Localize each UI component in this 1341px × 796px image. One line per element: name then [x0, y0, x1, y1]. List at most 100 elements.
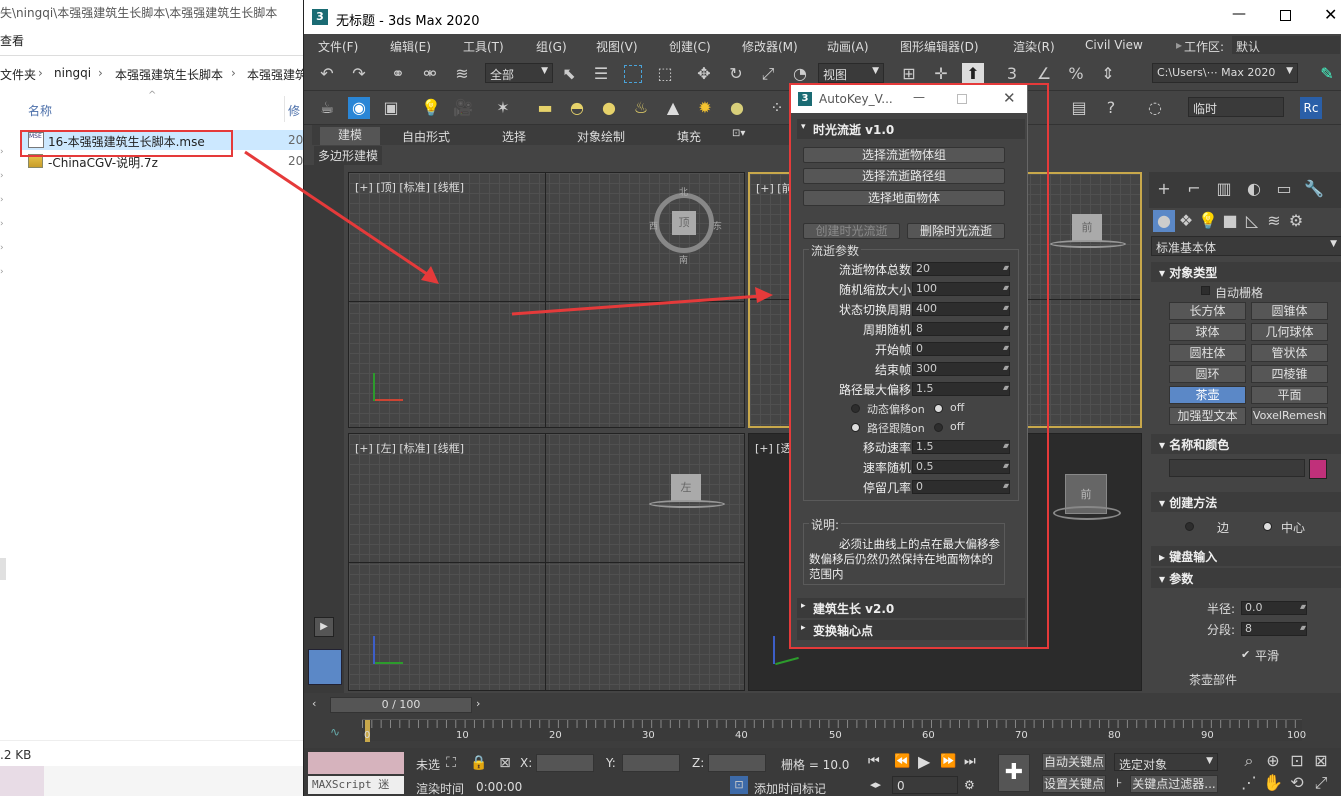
y-field[interactable]: [622, 754, 680, 772]
grid-size: 栅格 = 10.0: [781, 758, 850, 772]
maxscript-field[interactable]: MAXScript 迷: [308, 776, 404, 794]
rollout-creation-method[interactable]: ▾ 创建方法: [1151, 492, 1341, 512]
smooth-check-icon[interactable]: ✔: [1241, 648, 1250, 661]
tick-label: 60: [922, 730, 935, 741]
sphere-button[interactable]: 球体: [1169, 323, 1246, 341]
rollout-name-color[interactable]: ▾ 名称和颜色: [1151, 434, 1341, 454]
pyramid-button[interactable]: 四棱锥: [1251, 365, 1328, 383]
tick-label: 40: [735, 730, 748, 741]
curve-editor-icon[interactable]: ∿: [330, 725, 340, 739]
key-filters-button[interactable]: 关键点过滤器...: [1130, 775, 1218, 793]
tick-label: 20: [549, 730, 562, 741]
radio-center[interactable]: [1263, 522, 1272, 531]
tick-label: 70: [1015, 730, 1028, 741]
voxel-remesh-button[interactable]: VoxelRemesh: [1251, 407, 1328, 425]
maxscript-listener[interactable]: [308, 752, 404, 774]
set-key-button[interactable]: 设置关键点: [1042, 775, 1106, 793]
segments-spinner[interactable]: 8: [1241, 622, 1307, 636]
cylinder-button[interactable]: 圆柱体: [1169, 344, 1246, 362]
display-tab-icon[interactable]: ▭: [1273, 178, 1295, 200]
key-filter-icon[interactable]: ⊦: [1116, 776, 1122, 790]
lock-icon[interactable]: 🔒: [468, 752, 490, 774]
render-time-label: 渲染时间: [416, 782, 465, 796]
plane-button[interactable]: 平面: [1251, 386, 1328, 404]
x-field[interactable]: [536, 754, 594, 772]
key-selection-dropdown[interactable]: 选定对象 ▼: [1114, 753, 1218, 771]
spacewarps-icon[interactable]: ≋: [1263, 210, 1285, 232]
x-label: X:: [520, 756, 533, 770]
create-tab-icon[interactable]: +: [1153, 178, 1175, 200]
radius-spinner[interactable]: 0.0: [1241, 601, 1307, 615]
command-panel: + ⌐ ▥ ◐ ▭ 🔧 ● ❖ 💡 ■ ◺ ≋ ⚙ 标准基本体 ▼ ▾ 对象类型 …: [1149, 172, 1341, 692]
teapot-button[interactable]: 茶壶: [1169, 386, 1246, 404]
isolate-icon[interactable]: ⛶: [440, 752, 462, 774]
absolute-mode-icon[interactable]: ⊠: [494, 752, 516, 774]
object-name-field[interactable]: [1169, 459, 1305, 477]
slider-left-icon[interactable]: ‹: [312, 697, 316, 710]
slider-right-icon[interactable]: ›: [476, 697, 480, 710]
auto-key-button[interactable]: 自动关键点: [1042, 753, 1106, 771]
rollout-parameters[interactable]: ▾ 参数: [1151, 568, 1341, 588]
arrow-line: [244, 150, 434, 280]
arrow-head: [755, 287, 773, 303]
center-label: 中心: [1281, 521, 1306, 535]
helpers-icon[interactable]: ◺: [1241, 210, 1263, 232]
status-bar: MAXScript 迷 未选 ⛶ 🔒 ⊠ X: Y: Z: 栅格 = 10.0 …: [304, 748, 1341, 796]
next-frame-icon[interactable]: ⏩: [940, 754, 956, 769]
zoom-extents-icon[interactable]: ⊡: [1286, 750, 1308, 772]
current-frame-field[interactable]: 0: [892, 776, 958, 794]
arrow-line: [511, 294, 762, 316]
maximize-viewport-icon[interactable]: ⤢: [1310, 772, 1332, 794]
tick-label: 0: [364, 730, 371, 741]
y-label: Y:: [606, 756, 616, 770]
rollout-object-type[interactable]: ▾ 对象类型: [1151, 262, 1341, 282]
selection-status: 未选: [416, 758, 441, 772]
lights-icon[interactable]: 💡: [1197, 210, 1219, 232]
fov-icon[interactable]: ⋰: [1238, 772, 1260, 794]
time-slider[interactable]: 0 / 100: [330, 697, 472, 713]
utilities-tab-icon[interactable]: 🔧: [1303, 178, 1325, 200]
shapes-icon[interactable]: ❖: [1175, 210, 1197, 232]
checkbox[interactable]: [1201, 286, 1210, 295]
radius-label: 半径:: [1207, 602, 1236, 616]
go-end-icon[interactable]: ⏭: [964, 754, 976, 769]
set-key-big-button[interactable]: ✚: [998, 754, 1030, 792]
category-dropdown[interactable]: 标准基本体 ▼: [1151, 236, 1341, 256]
add-time-tag-icon[interactable]: ⊡: [730, 776, 748, 794]
play-icon[interactable]: ▶: [918, 752, 930, 771]
go-start-icon[interactable]: ⏮: [868, 754, 880, 769]
box-button[interactable]: 长方体: [1169, 302, 1246, 320]
geometry-icon[interactable]: ●: [1153, 210, 1175, 232]
systems-icon[interactable]: ⚙: [1285, 210, 1307, 232]
tube-button[interactable]: 管状体: [1251, 344, 1328, 362]
zoom-icon[interactable]: ⌕: [1238, 750, 1260, 772]
modify-tab-icon[interactable]: ⌐: [1183, 178, 1205, 200]
rollout-keyboard-entry[interactable]: ▸ 键盘输入: [1151, 546, 1341, 566]
key-mode-icon[interactable]: ◂▸: [870, 778, 881, 791]
motion-tab-icon[interactable]: ◐: [1243, 178, 1265, 200]
z-label: Z:: [692, 756, 705, 770]
cone-button[interactable]: 圆锥体: [1251, 302, 1328, 320]
radio-edge[interactable]: [1185, 522, 1194, 531]
pan-icon[interactable]: ✋: [1262, 772, 1284, 794]
z-field[interactable]: [708, 754, 766, 772]
cameras-icon[interactable]: ■: [1219, 210, 1241, 232]
text-plus-button[interactable]: 加强型文本: [1169, 407, 1246, 425]
orbit-icon[interactable]: ⟲: [1286, 772, 1308, 794]
zoom-all-icon[interactable]: ⊕: [1262, 750, 1284, 772]
torus-button[interactable]: 圆环: [1169, 365, 1246, 383]
time-config-icon[interactable]: ⚙: [964, 778, 975, 792]
object-color-swatch[interactable]: [1309, 459, 1327, 479]
add-time-tag[interactable]: 添加时间标记: [754, 780, 826, 796]
edge-label: 边: [1217, 521, 1230, 535]
segments-label: 分段:: [1207, 623, 1236, 637]
tick-label: 50: [829, 730, 842, 741]
zoom-extents-all-icon[interactable]: ⊠: [1310, 750, 1332, 772]
dialog-highlight-box: [789, 83, 1049, 649]
arrow-head: [421, 266, 439, 284]
geosphere-button[interactable]: 几何球体: [1251, 323, 1328, 341]
track-bar[interactable]: 0 10 20 30 40 50 60 70 80 90 100: [362, 719, 1306, 742]
prev-frame-icon[interactable]: ⏪: [894, 754, 910, 769]
render-time-value: 0:00:00: [476, 780, 523, 794]
hierarchy-tab-icon[interactable]: ▥: [1213, 178, 1235, 200]
